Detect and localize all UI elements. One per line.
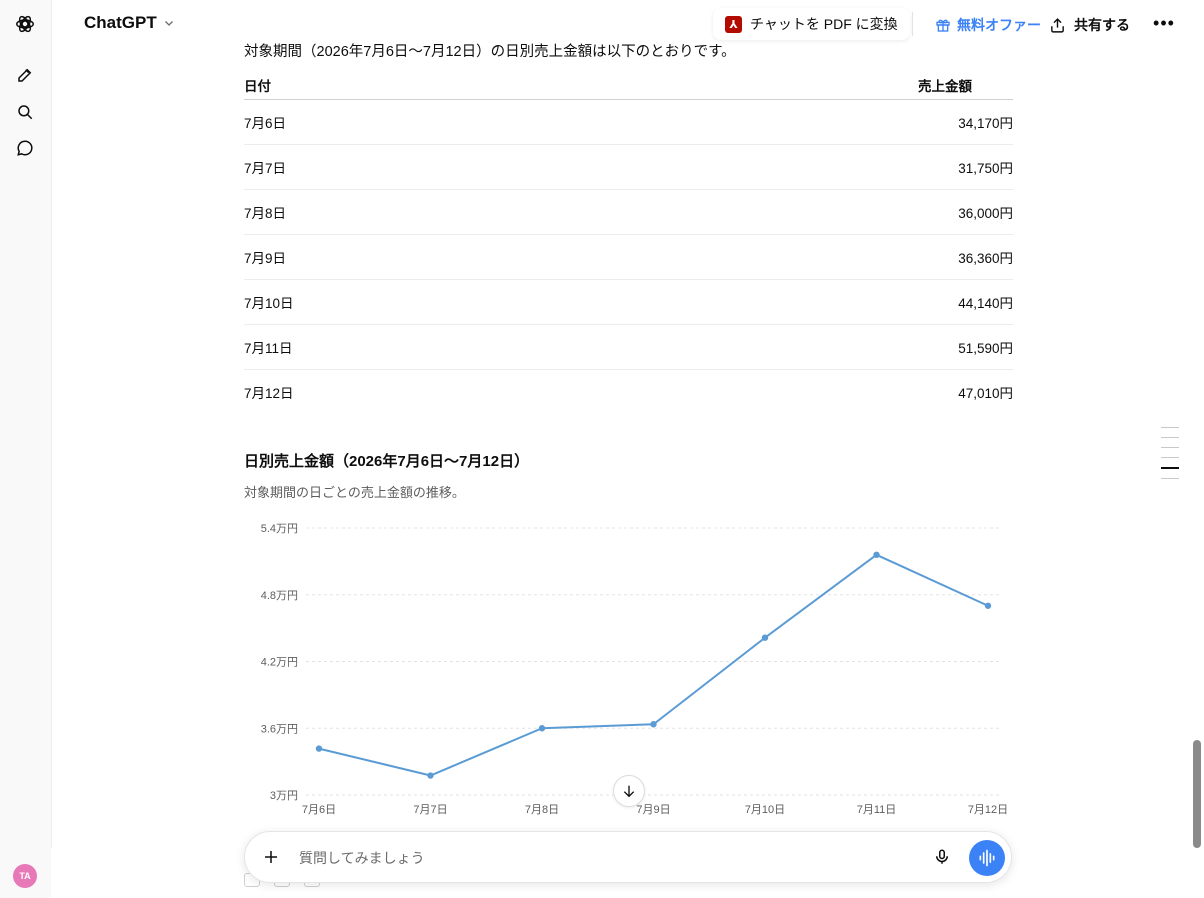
chart-subtitle: 対象期間の日ごとの売上金額の推移。 — [244, 485, 465, 500]
outline-marker[interactable] — [1161, 478, 1179, 479]
y-tick-label: 4.2万円 — [261, 657, 298, 669]
x-tick-label: 7月6日 — [302, 804, 336, 816]
voice-waveform-icon — [979, 849, 995, 867]
data-point — [427, 772, 434, 779]
add-attachment-button[interactable] — [259, 845, 283, 869]
cell-date: 7月10日 — [244, 279, 508, 325]
outline-marker-active[interactable] — [1161, 467, 1179, 469]
gift-icon — [936, 19, 950, 32]
composer — [244, 831, 1012, 883]
free-offer-button[interactable]: 無料オファー — [935, 15, 1041, 35]
share-button[interactable]: 共有する — [1049, 15, 1130, 35]
outline-marker[interactable] — [1161, 437, 1179, 438]
table-header-row: 日付 売上金額 — [244, 70, 1013, 100]
cell-amount: 31,750円 — [507, 144, 1013, 190]
header-date: 日付 — [244, 70, 508, 100]
message-intro: 対象期間（2026年7月6日〜7月12日）の日別売上金額は以下のとおりです。 — [244, 44, 736, 60]
plus-icon — [265, 851, 277, 863]
scrollbar-thumb[interactable] — [1193, 740, 1201, 848]
y-tick-label: 3.6万円 — [261, 723, 298, 735]
pdf-export-button[interactable]: ⅄ チャットを PDF に変換 — [713, 8, 910, 40]
pdf-export-label: チャットを PDF に変換 — [750, 16, 898, 32]
chat-bubble-icon[interactable] — [13, 136, 37, 160]
voice-mode-button[interactable] — [969, 840, 1005, 876]
avatar[interactable]: TA — [13, 864, 37, 888]
openai-logo-icon[interactable] — [13, 12, 37, 36]
sidebar-rail: TA — [0, 0, 52, 898]
data-point — [650, 721, 657, 728]
data-point — [984, 602, 992, 609]
x-tick-label: 7月8日 — [525, 804, 559, 816]
outline-marker[interactable] — [1161, 427, 1179, 428]
cell-date: 7月12日 — [244, 386, 294, 401]
y-tick-label: 4.8万円 — [261, 590, 298, 602]
x-tick-label: 7月9日 — [636, 804, 670, 816]
table-row: 7月11日 51,590円 — [244, 324, 1013, 370]
table-row: 7月7日 31,750円 — [244, 144, 1013, 190]
model-selector[interactable]: ChatGPT — [84, 13, 175, 33]
series-line — [318, 553, 989, 777]
arrow-down-icon — [623, 785, 635, 798]
share-icon — [1051, 17, 1064, 33]
data-point — [761, 634, 769, 641]
data-point — [315, 745, 323, 752]
model-name: ChatGPT — [84, 13, 157, 32]
sales-table: 日付 売上金額 7月6日 34,170円 7月7日 31,750円 7月8日 36,0… — [244, 70, 1013, 414]
share-label: 共有する — [1074, 17, 1130, 33]
cell-date: 7月7日 — [244, 144, 508, 190]
x-tick-label: 7月12日 — [968, 804, 1008, 816]
header-divider — [912, 12, 913, 36]
table-row: 7月8日 36,000円 — [244, 189, 1013, 235]
cell-date: 7月9日 — [244, 234, 508, 280]
pdf-icon: ⅄ — [725, 15, 742, 33]
cell-date: 7月6日 — [244, 99, 508, 145]
y-tick-label: 3万円 — [270, 790, 298, 802]
cell-amount: 47,010円 — [958, 386, 1013, 401]
cell-amount: 36,000円 — [507, 189, 1013, 235]
cell-amount: 51,590円 — [507, 324, 1013, 370]
y-tick-label: 5.4万円 — [261, 523, 298, 535]
scroll-to-bottom-button[interactable] — [613, 775, 645, 807]
table-row: 7月9日 36,360円 — [244, 234, 1013, 280]
header-amount: 売上金額 — [507, 70, 1013, 100]
new-chat-icon[interactable] — [13, 63, 37, 87]
prompt-input[interactable] — [297, 849, 901, 867]
cell-amount: 34,170円 — [507, 99, 1013, 145]
chart-title: 日別売上金額（2026年7月6日〜7月12日） — [244, 453, 530, 470]
message-outline-nav[interactable] — [1161, 427, 1179, 488]
outline-marker[interactable] — [1161, 457, 1179, 458]
microphone-icon — [936, 849, 948, 864]
x-tick-label: 7月7日 — [413, 804, 447, 816]
table-row: 7月6日 34,170円 — [244, 99, 1013, 145]
x-tick-label: 7月10日 — [745, 804, 785, 816]
data-point — [873, 551, 880, 559]
table-row: 7月12日 47,010円 — [244, 370, 1013, 415]
cell-date: 7月8日 — [244, 189, 508, 235]
chevron-down-icon — [164, 21, 173, 26]
table-row: 7月10日 44,140円 — [244, 279, 1013, 325]
free-offer-label: 無料オファー — [957, 17, 1041, 33]
cell-amount: 36,360円 — [507, 234, 1013, 280]
data-point — [538, 725, 546, 732]
cell-amount: 44,140円 — [507, 279, 1013, 325]
search-icon[interactable] — [13, 100, 37, 124]
cell-date: 7月11日 — [244, 324, 508, 370]
more-options-icon[interactable]: ••• — [1152, 10, 1176, 36]
x-tick-label: 7月11日 — [857, 804, 897, 816]
outline-marker[interactable] — [1161, 447, 1179, 448]
dictate-button[interactable] — [931, 846, 953, 868]
